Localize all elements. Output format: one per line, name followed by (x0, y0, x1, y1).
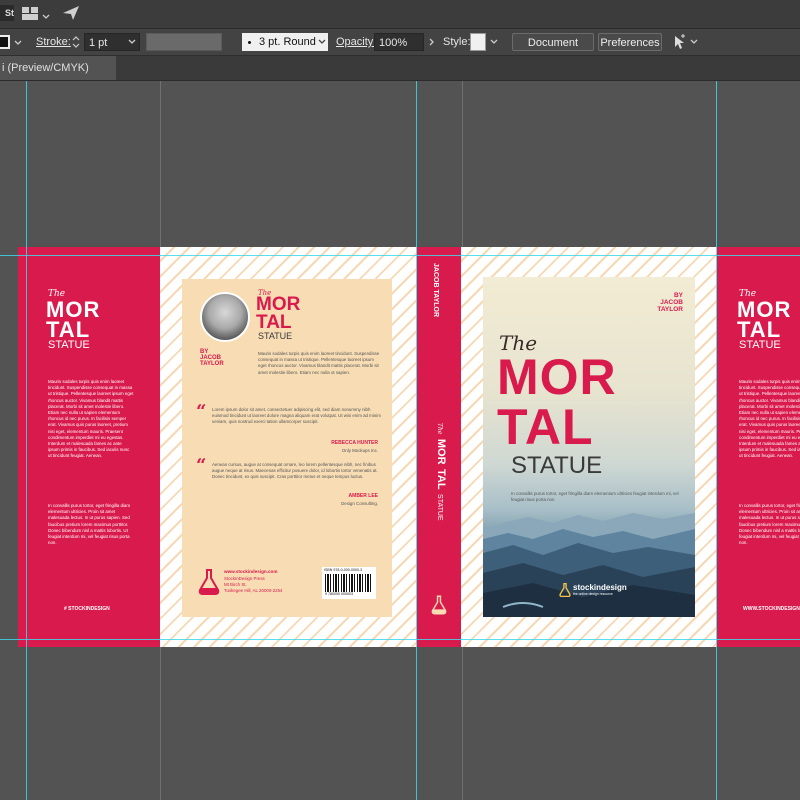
spine-logo-icon (431, 595, 447, 615)
opacity-label: Opacity: (336, 36, 377, 48)
spine-the: The (436, 423, 443, 435)
publisher-city: Tuskegee Hill, AL 20000-2254 (224, 588, 283, 593)
chevron-down-icon[interactable] (690, 33, 698, 51)
spine-author: JACOB TAYLOR (432, 263, 439, 318)
app-bar: St (0, 0, 800, 29)
flap-hashtag: # STOCKINDESIGN (64, 606, 110, 612)
back-cover[interactable]: The MOR TAL STATUE BY JACOB TAYLOR Mauri… (160, 247, 417, 647)
style-label: Style: (443, 36, 471, 48)
back-title-statue: STATUE (258, 331, 293, 341)
arrange-documents-icon[interactable] (22, 7, 38, 20)
document-tab-bar: i (Preview/CMYK) (0, 56, 800, 81)
barcode: ISBN 978-0-000-0000-3 9 780000 000003 (322, 567, 376, 599)
spine-tal: TAL (435, 469, 447, 490)
guide-line[interactable] (0, 639, 800, 640)
flap-right[interactable]: The MOR TAL STATUE Mauris sodales turpis… (717, 247, 800, 647)
quote-author: REBECCA HUNTER (331, 440, 378, 446)
publisher-logo-icon (198, 569, 220, 595)
spine-mor: MOR (435, 438, 447, 465)
spine-statue: STATUE (436, 494, 443, 521)
quote-text: Lorem ipsum dolor sit amet, consectetuer… (212, 407, 381, 425)
quote-mark-icon: “ (196, 455, 207, 476)
front-cover-image: BY JACOB TAYLOR The MOR TAL STATUE In co… (483, 277, 695, 617)
publisher-street: Mt Birch St. (224, 582, 247, 587)
app-badge[interactable]: St (0, 5, 14, 21)
front-tagline: In convallis purus tortor, eget fringill… (511, 491, 679, 503)
isbn-text: ISBN 978-0-000-0000-3 (324, 568, 363, 572)
flap-paragraph: In convallis purus tortor, eget fringill… (739, 503, 800, 546)
spine-title: The MOR TAL STATUE (433, 423, 451, 521)
spine[interactable]: JACOB TAYLOR The MOR TAL STATUE (417, 247, 461, 647)
flap-title-statue: STATUE (739, 339, 781, 351)
guide-line[interactable] (716, 81, 717, 800)
front-cover[interactable]: BY JACOB TAYLOR The MOR TAL STATUE In co… (461, 247, 717, 647)
variable-width-profile[interactable] (146, 33, 222, 51)
flap-hashtag: WWW.STOCKINDESIGN (743, 606, 800, 612)
artboard-canvas[interactable]: The MOR TAL STATUE Mauris sodales turpis… (0, 81, 800, 800)
author-photo (200, 292, 250, 342)
fill-swatch[interactable] (0, 35, 10, 49)
front-logo-sub: the online design resource (573, 592, 613, 596)
stroke-stepper[interactable] (72, 35, 80, 49)
control-bar: Stroke: 1 pt 3 pt. Round Opacity: 100% S… (0, 29, 800, 67)
graphic-style-swatch[interactable] (470, 33, 486, 51)
chevron-down-icon[interactable] (318, 33, 326, 51)
brush-value: 3 pt. Round (259, 36, 316, 48)
barcode-bars (325, 574, 373, 592)
guide-line[interactable] (416, 81, 417, 800)
opacity-input[interactable]: 100% (374, 33, 424, 51)
send-icon[interactable] (62, 5, 80, 21)
guide-line[interactable] (0, 255, 800, 256)
front-title-mor: MOR (497, 349, 617, 405)
brush-dot-icon (248, 40, 251, 44)
quote-text: Aenean cursus, augue at consequat ornare… (212, 462, 378, 480)
back-author-last: TAYLOR (200, 361, 224, 367)
back-about: Mauris sodales turpis quis enim laoreet … (258, 351, 380, 375)
flap-paragraph: Mauris sodales turpis quis enim laoreet … (739, 379, 800, 459)
quote-mark-icon: “ (196, 401, 207, 422)
brush-definition[interactable]: 3 pt. Round (242, 33, 328, 51)
back-cover-panel: The MOR TAL STATUE BY JACOB TAYLOR Mauri… (182, 279, 392, 617)
chevron-down-icon[interactable] (490, 33, 498, 51)
select-similar-icon[interactable] (672, 33, 686, 51)
stroke-label: Stroke: (36, 36, 71, 48)
flap-paragraph: In convallis purus tortor, eget fringill… (48, 503, 130, 546)
stroke-weight-dropdown[interactable] (128, 33, 138, 51)
quote-org: Design Consulting. (341, 501, 378, 506)
chevron-down-icon[interactable] (14, 38, 22, 46)
barcode-digits: 9 780000 000003 (325, 592, 353, 596)
flap-title-statue: STATUE (48, 339, 90, 351)
quote-author: AMBER LEE (348, 493, 378, 499)
front-author-last: TAYLOR (657, 306, 683, 313)
front-logo-text: stockindesign (573, 583, 627, 592)
publisher-name: StockInDesign Press (224, 576, 265, 581)
document-tab[interactable]: i (Preview/CMYK) (0, 56, 116, 80)
chevron-down-icon[interactable] (42, 8, 50, 19)
preferences-button[interactable]: Preferences (598, 33, 662, 51)
flap-paragraph: Mauris sodales turpis quis enim laoreet … (48, 379, 134, 459)
quote-org: Only Mockups Inc. (341, 448, 378, 453)
guide-line[interactable] (26, 81, 27, 800)
publisher-url: www.stockindesign.com (224, 569, 278, 574)
front-title-tal: TAL (497, 399, 594, 455)
front-logo-icon (559, 582, 571, 598)
document-setup-button[interactable]: Document Setup (512, 33, 594, 67)
chevron-right-icon[interactable] (428, 33, 436, 51)
front-title-statue: STATUE (511, 452, 603, 479)
flap-left[interactable]: The MOR TAL STATUE Mauris sodales turpis… (18, 247, 160, 647)
